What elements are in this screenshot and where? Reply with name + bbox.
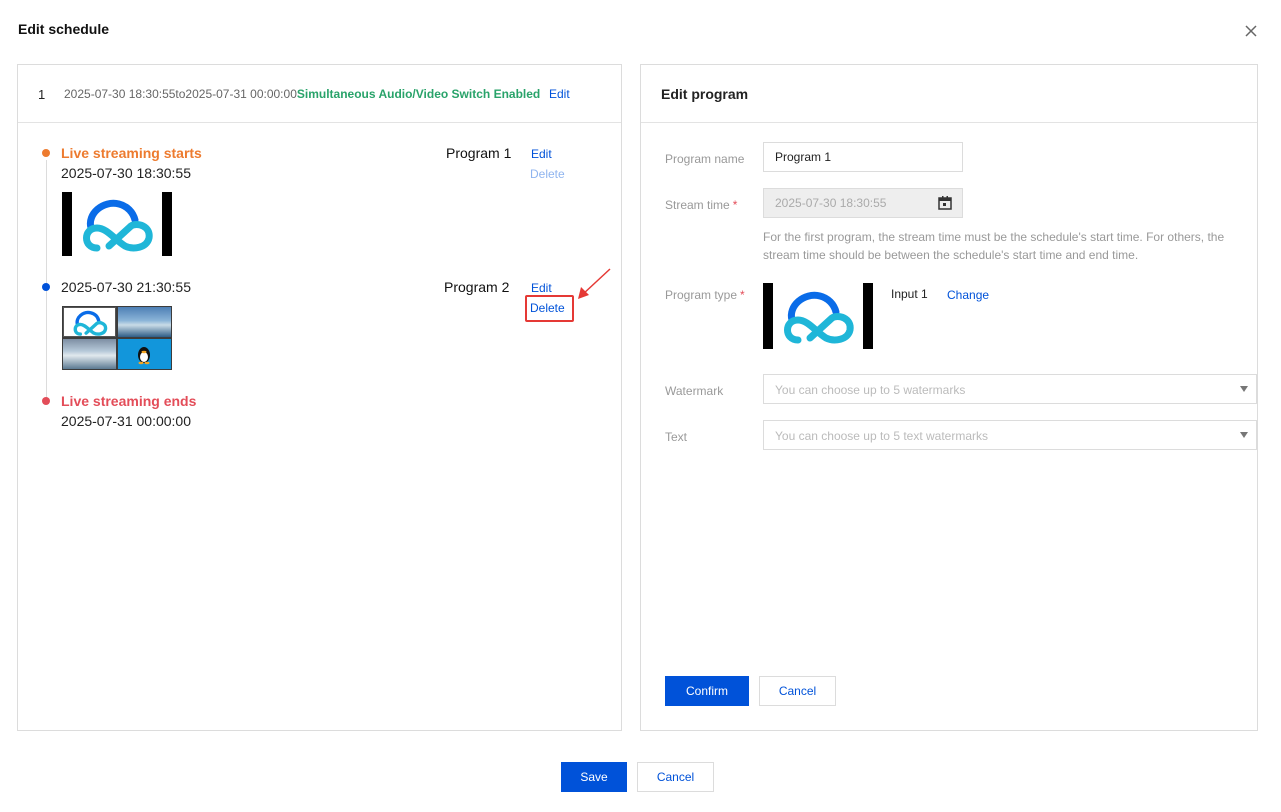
watermark-placeholder: You can choose up to 5 watermarks bbox=[775, 383, 966, 397]
program-name-label: Program name bbox=[665, 152, 744, 166]
program-1-delete-link: Delete bbox=[530, 167, 565, 181]
required-mark: * bbox=[740, 288, 745, 302]
stream-time-hint: For the first program, the stream time m… bbox=[763, 230, 1225, 262]
text-watermark-placeholder: You can choose up to 5 text watermarks bbox=[775, 429, 989, 443]
program-2-time: 2025-07-30 21:30:55 bbox=[61, 279, 191, 295]
live-end-time: 2025-07-31 00:00:00 bbox=[61, 413, 191, 429]
edit-program-title: Edit program bbox=[661, 86, 749, 102]
timeline-dot-start bbox=[42, 149, 50, 157]
program-1-thumbnail bbox=[62, 192, 172, 256]
program-type-thumbnail bbox=[763, 283, 873, 349]
edit-program-panel: Edit program Program name Program 1 Stre… bbox=[640, 64, 1258, 731]
cloud-logo-icon bbox=[83, 199, 153, 252]
timeline-line bbox=[46, 160, 47, 400]
caret-down-icon bbox=[1240, 386, 1248, 392]
required-mark: * bbox=[732, 198, 738, 212]
schedule-index: 1 bbox=[38, 87, 46, 102]
program-2-name: Program 2 bbox=[444, 279, 510, 295]
stream-time-input: 2025-07-30 18:30:55 bbox=[763, 188, 963, 218]
edit-program-cancel-button[interactable]: Cancel bbox=[759, 676, 836, 706]
live-start-time: 2025-07-30 18:30:55 bbox=[61, 165, 191, 181]
save-button[interactable]: Save bbox=[561, 762, 627, 792]
program-2-edit-link[interactable]: Edit bbox=[531, 281, 552, 295]
program-type-label: Program type * bbox=[665, 288, 745, 302]
caret-down-icon bbox=[1240, 432, 1248, 438]
stream-time-label-text: Stream time bbox=[665, 198, 730, 212]
calendar-icon bbox=[938, 196, 952, 210]
text-label: Text bbox=[665, 430, 687, 444]
schedule-range-text: 2025-07-30 18:30:55to2025-07-31 00:00:00 bbox=[64, 87, 297, 101]
program-1-edit-link[interactable]: Edit bbox=[531, 147, 552, 161]
letterbox-right bbox=[863, 283, 873, 349]
program-name-input[interactable]: Program 1 bbox=[763, 142, 963, 172]
multi-view-cell-landscape bbox=[63, 339, 116, 369]
multi-view-cell-landscape bbox=[118, 307, 171, 337]
program-name-label-text: Program name bbox=[665, 152, 745, 166]
program-2-delete-link[interactable]: Delete bbox=[530, 301, 565, 315]
confirm-button[interactable]: Confirm bbox=[665, 676, 749, 706]
program-1-name: Program 1 bbox=[446, 145, 512, 161]
stream-time-label: Stream time * bbox=[665, 198, 737, 212]
change-input-link[interactable]: Change bbox=[947, 288, 989, 302]
annotation-arrow-icon bbox=[578, 268, 611, 299]
live-end-title: Live streaming ends bbox=[61, 393, 197, 409]
input-source-label: Input 1 bbox=[891, 287, 928, 301]
multi-view-cell-penguin bbox=[118, 339, 171, 369]
schedule-header: 1 2025-07-30 18:30:55to2025-07-31 00:00:… bbox=[18, 65, 621, 123]
text-watermark-select[interactable]: You can choose up to 5 text watermarks bbox=[763, 420, 1257, 450]
cloud-logo-icon bbox=[784, 291, 854, 344]
schedule-range: 2025-07-30 18:30:55to2025-07-31 00:00:00… bbox=[64, 87, 540, 101]
multi-view-cell-logo bbox=[63, 307, 116, 337]
program-2-thumbnail bbox=[62, 306, 172, 370]
timeline-dot-end bbox=[42, 397, 50, 405]
penguin-icon bbox=[138, 347, 150, 365]
live-start-title: Live streaming starts bbox=[61, 145, 202, 161]
watermark-label-text: Watermark bbox=[665, 384, 724, 398]
watermark-select[interactable]: You can choose up to 5 watermarks bbox=[763, 374, 1257, 404]
timeline-dot-program2 bbox=[42, 283, 50, 291]
close-icon[interactable] bbox=[1243, 23, 1259, 39]
cloud-logo-icon bbox=[73, 310, 108, 336]
cancel-button[interactable]: Cancel bbox=[637, 762, 714, 792]
stream-time-value: 2025-07-30 18:30:55 bbox=[775, 196, 887, 210]
schedule-panel: 1 2025-07-30 18:30:55to2025-07-31 00:00:… bbox=[17, 64, 622, 731]
schedule-edit-link[interactable]: Edit bbox=[549, 87, 570, 101]
dialog-title: Edit schedule bbox=[18, 21, 110, 37]
watermark-label: Watermark bbox=[665, 384, 723, 398]
letterbox-left bbox=[763, 283, 773, 349]
text-label-text: Text bbox=[665, 430, 688, 444]
program-type-label-text: Program type bbox=[665, 288, 738, 302]
switch-status: Simultaneous Audio/Video Switch Enabled bbox=[296, 87, 541, 101]
edit-program-header: Edit program bbox=[641, 65, 1257, 123]
letterbox-right bbox=[162, 192, 172, 256]
letterbox-left bbox=[62, 192, 72, 256]
